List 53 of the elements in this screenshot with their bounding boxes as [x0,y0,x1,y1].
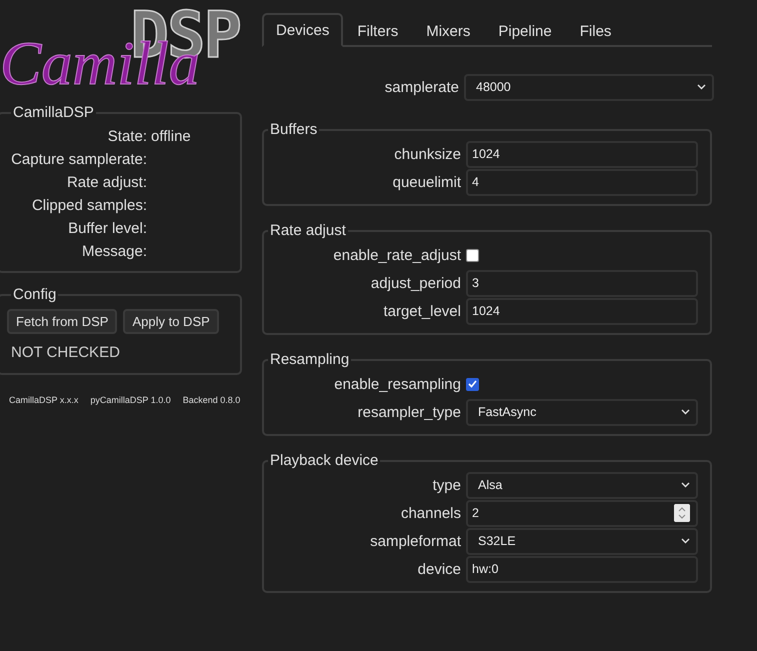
checkbox[interactable] [466,378,479,390]
version-text: CamillaDSP x.x.x [9,395,78,405]
panel-title: CamillaDSP [12,104,95,121]
dropdown[interactable]: 48000 [464,74,714,100]
tab[interactable]: Files [566,13,626,47]
status-label: State: [106,127,147,147]
chevron-icon [681,538,690,544]
input-field[interactable]: 1024 [466,140,698,168]
dropdown[interactable]: S32LE [466,528,698,554]
field-label: type [432,476,461,494]
status-value: offline [151,127,192,147]
chevron-icon [697,84,706,90]
tab[interactable]: Filters [343,13,412,47]
field-label: queuelimit [392,174,461,190]
field-label: adjust_period [370,274,461,292]
action-button[interactable]: Apply to DSP [123,309,219,334]
field-label: samplerate [384,78,459,96]
status-label: Buffer level: [67,219,147,239]
input-field[interactable]: 4 [466,168,698,196]
group-title: Buffers [269,121,318,138]
version-text: Backend 0.8.0 [182,395,240,405]
config-status: NOT CHECKED [11,344,121,361]
spinner-icon[interactable] [674,504,690,522]
field-label: sampleformat [369,532,461,550]
group-title: Playback device [269,452,380,469]
tab[interactable]: Pipeline [484,13,566,47]
panel-title: Config [12,286,58,303]
group-title: Resampling [269,351,350,368]
checkbox[interactable] [466,248,479,262]
status-label: Capture samplerate: [10,150,147,170]
status-label: Clipped samples: [30,196,147,216]
action-button[interactable]: Fetch from DSP [7,309,118,334]
input-field[interactable]: 3 [466,270,698,296]
dropdown[interactable]: FastAsync [466,398,698,426]
version-text: pyCamillaDSP 1.0.0 [90,395,171,405]
group-title: Rate adjust [269,222,347,239]
status-label: Message: [80,242,147,262]
tab[interactable]: Mixers [412,13,484,47]
chevron-icon [681,482,690,488]
field-label: resampler_type [356,404,461,420]
field-label: target_level [382,302,461,320]
field-label: device [416,560,461,578]
dropdown[interactable]: Alsa [466,472,698,498]
input-field[interactable]: hw:0 [466,556,698,582]
field-label: channels [400,504,461,522]
number-field[interactable]: 2 [466,500,698,526]
tab[interactable]: Devices [262,13,344,47]
field-label: chunksize [393,146,461,162]
field-label: enable_rate_adjust [332,246,461,264]
chevron-icon [681,409,690,415]
input-field[interactable]: 1024 [466,298,698,324]
field-label: enable_resampling [333,376,461,392]
status-label: Rate adjust: [66,173,147,193]
